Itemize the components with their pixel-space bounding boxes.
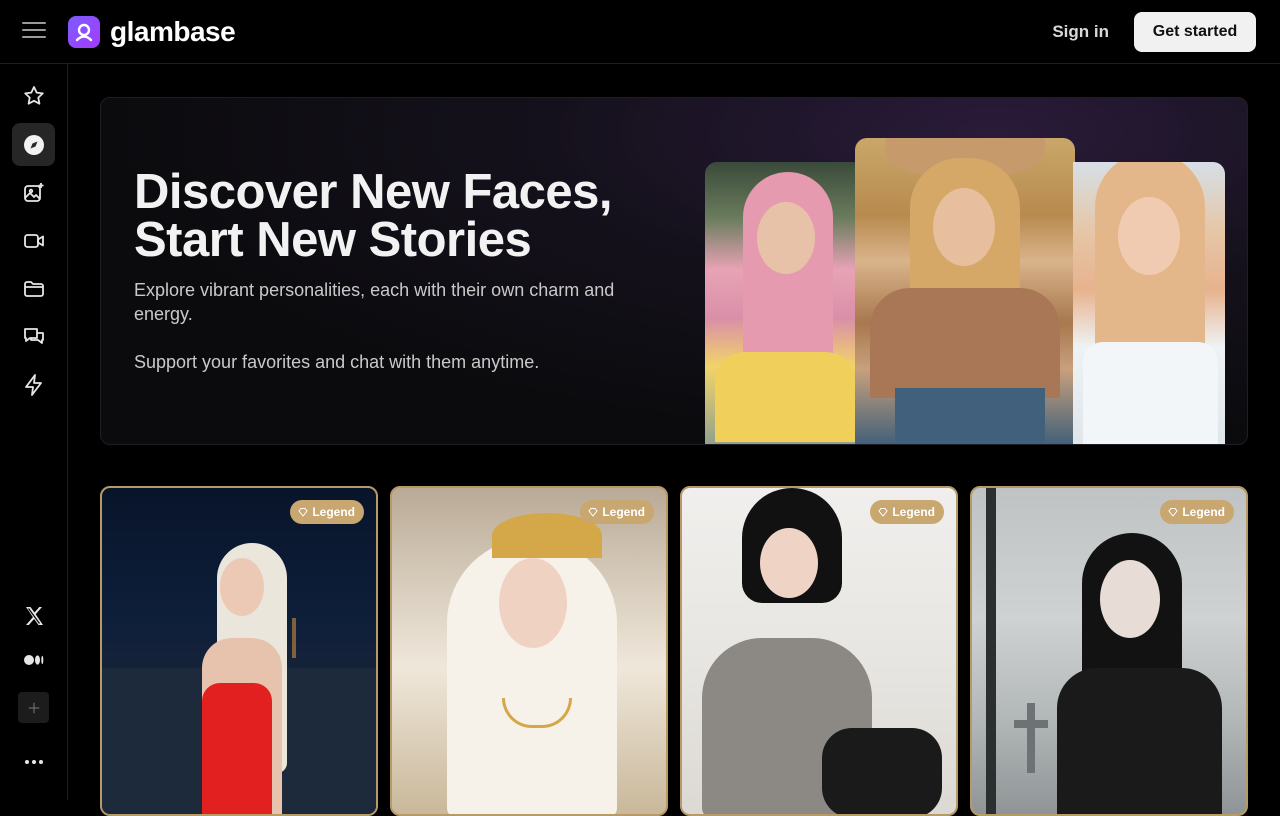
logo-mark-icon xyxy=(68,16,100,48)
badge-label: Legend xyxy=(312,505,355,519)
diamond-icon xyxy=(298,508,308,517)
diamond-icon xyxy=(588,508,598,517)
top-bar: glambase Sign in Get started xyxy=(0,0,1280,64)
hero-title: Discover New Faces, Start New Stories xyxy=(134,165,613,267)
hero-photo-pink-hair xyxy=(705,162,865,444)
legend-badge: Legend xyxy=(290,500,364,524)
brand-name: glambase xyxy=(110,16,236,47)
get-started-button[interactable]: Get started xyxy=(1134,12,1256,52)
medium-logo-icon[interactable] xyxy=(12,638,55,681)
badge-label: Legend xyxy=(892,505,935,519)
profile-card[interactable]: Legend xyxy=(970,486,1248,816)
logo[interactable]: glambase xyxy=(68,16,236,48)
folder-icon[interactable] xyxy=(12,267,55,310)
menu-icon[interactable] xyxy=(22,22,46,42)
chat-icon[interactable] xyxy=(12,315,55,358)
legend-badge: Legend xyxy=(580,500,654,524)
profile-card[interactable]: Legend xyxy=(680,486,958,816)
lightning-icon[interactable] xyxy=(12,363,55,406)
legend-badge: Legend xyxy=(1160,500,1234,524)
sidebar xyxy=(0,64,68,800)
image-sparkle-icon[interactable] xyxy=(12,171,55,214)
hero-subtitle: Explore vibrant personalities, each with… xyxy=(134,280,615,324)
badge-label: Legend xyxy=(1182,505,1225,519)
sign-in-link[interactable]: Sign in xyxy=(1052,22,1109,42)
diamond-icon xyxy=(1168,508,1178,517)
compass-icon[interactable] xyxy=(12,123,55,166)
hero-banner: Discover New Faces, Start New Stories Ex… xyxy=(100,97,1248,445)
profile-card[interactable]: Legend xyxy=(390,486,668,816)
legend-badge: Legend xyxy=(870,500,944,524)
hero-photo-blonde xyxy=(1073,162,1225,444)
diamond-icon xyxy=(878,508,888,517)
badge-label: Legend xyxy=(602,505,645,519)
star-icon[interactable] xyxy=(12,74,55,117)
x-logo-icon[interactable] xyxy=(12,594,55,637)
video-icon[interactable] xyxy=(12,219,55,262)
plus-icon[interactable] xyxy=(18,692,49,723)
profile-card[interactable]: Legend xyxy=(100,486,378,816)
hero-photo-cowgirl xyxy=(855,138,1075,444)
more-icon[interactable] xyxy=(12,740,55,783)
hero-subtitle-secondary: Support your favorites and chat with the… xyxy=(134,352,540,372)
